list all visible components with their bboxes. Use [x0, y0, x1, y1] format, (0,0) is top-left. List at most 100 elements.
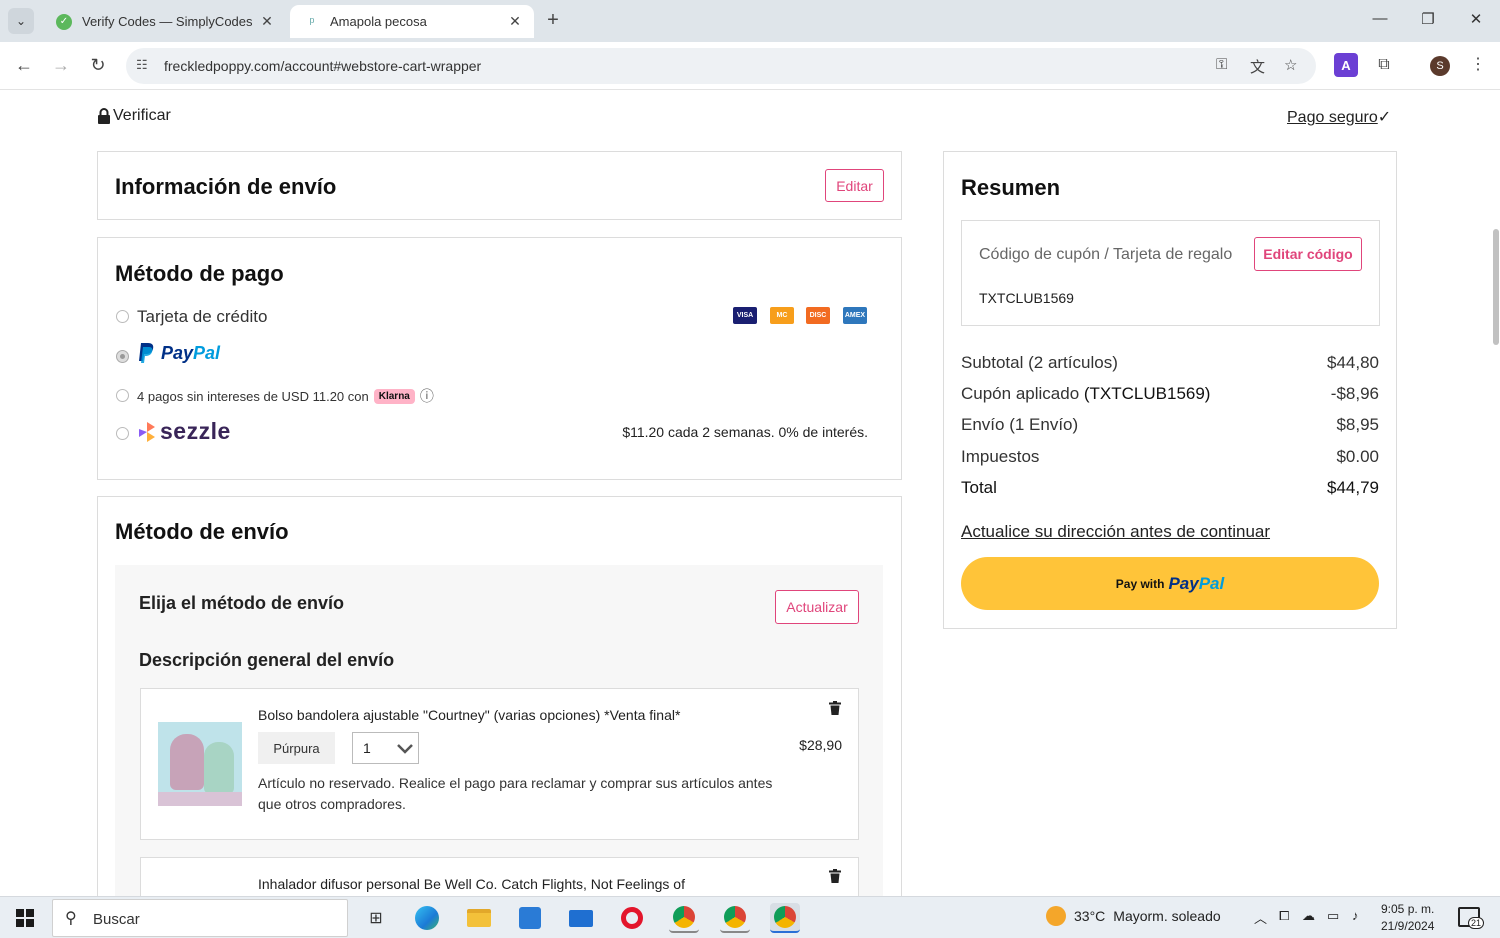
network-icon[interactable]: ▭: [1327, 908, 1339, 924]
translate-icon[interactable]: 文: [1250, 56, 1265, 77]
chrome-profile-a-icon[interactable]: [669, 903, 699, 933]
edge-icon[interactable]: [412, 903, 442, 933]
microsoft-store-icon[interactable]: [515, 903, 545, 933]
amex-icon: AMEX: [843, 307, 867, 324]
edit-shipping-button[interactable]: Editar: [825, 169, 884, 202]
bookmark-star-icon[interactable]: ☆: [1284, 56, 1297, 74]
chrome-profile-c-icon[interactable]: [720, 903, 750, 933]
notification-count: 21: [1468, 917, 1485, 929]
close-tab-icon[interactable]: ✕: [506, 13, 524, 30]
paypal-wordmark-pal: Pal: [193, 342, 221, 363]
chrome-profile-s-icon[interactable]: [770, 903, 800, 933]
edit-code-button[interactable]: Editar código: [1254, 237, 1362, 271]
visa-icon: VISA: [733, 307, 757, 324]
clock[interactable]: 9:05 p. m. 21/9/2024: [1381, 901, 1434, 935]
forward-arrow-icon[interactable]: →: [50, 55, 72, 76]
summary-title: Resumen: [961, 175, 1061, 200]
item-price: $28,90: [799, 737, 842, 753]
search-placeholder: Buscar: [93, 911, 140, 928]
klarna-radio[interactable]: [116, 389, 129, 402]
tab-search-chevron-icon[interactable]: ⌄: [8, 8, 34, 34]
trash-icon[interactable]: [829, 869, 841, 883]
minimize-icon[interactable]: —: [1370, 10, 1390, 27]
browser-toolbar: ← → ↻ ☷ freckledpoppy.com/account#websto…: [0, 42, 1500, 90]
close-window-icon[interactable]: ✕: [1466, 10, 1486, 28]
back-arrow-icon[interactable]: ←: [13, 55, 35, 76]
tab-title: Amapola pecosa: [330, 14, 427, 29]
weather-widget[interactable]: 33°C Mayorm. soleado: [1046, 906, 1221, 926]
update-address-link[interactable]: Actualice su dirección antes de continua…: [961, 522, 1270, 542]
address-bar[interactable]: ☷ freckledpoppy.com/account#webstore-car…: [126, 48, 1316, 84]
info-icon[interactable]: ⓘ: [420, 386, 434, 406]
clock-time: 9:05 p. m.: [1381, 902, 1435, 916]
secure-payment[interactable]: Pago seguro✓: [1287, 107, 1391, 127]
simplycodes-icon: ✓: [56, 13, 72, 30]
weather-temp: 33°C: [1074, 908, 1106, 924]
discover-icon: DISC: [806, 307, 830, 324]
tab-amapola-pecosa[interactable]: ᵖ Amapola pecosa ✕: [290, 5, 534, 38]
paypal-pay-with: Pay with: [1115, 576, 1165, 591]
new-tab-plus-icon[interactable]: +: [542, 9, 564, 32]
product-image[interactable]: [158, 722, 242, 806]
coupon-applied-label: Cupón aplicado (TXTCLUB1569): [961, 384, 1211, 403]
windows-taskbar: ⚲ Buscar ⊞ 33°C Mayorm. soleado ︿ ⧠ ☁ ▭ …: [0, 896, 1500, 938]
chevron-down-icon: [397, 744, 413, 754]
sezzle-radio[interactable]: [116, 427, 129, 440]
onedrive-icon[interactable]: ☁: [1302, 908, 1315, 924]
windows-start-icon[interactable]: [16, 909, 34, 927]
checkmark-icon: ✓: [1377, 109, 1392, 126]
restore-icon[interactable]: ❐: [1418, 10, 1438, 28]
task-view-icon[interactable]: ⊞: [361, 903, 391, 933]
tray-app-icon[interactable]: ⧠: [1279, 908, 1289, 924]
site-settings-icon[interactable]: ☷: [136, 57, 148, 73]
password-key-icon[interactable]: ⚿: [1216, 56, 1227, 73]
taskbar-search[interactable]: ⚲ Buscar: [52, 899, 348, 937]
file-explorer-icon[interactable]: [464, 903, 494, 933]
notifications-icon[interactable]: 21: [1458, 907, 1485, 929]
mail-icon[interactable]: [566, 903, 596, 933]
profile-avatar[interactable]: S: [1430, 56, 1450, 76]
sezzle-text: $11.20 cada 2 semanas. 0% de interés.: [622, 424, 868, 440]
tray-chevron-up-icon[interactable]: ︿: [1254, 908, 1267, 927]
coupon-placeholder[interactable]: Código de cupón / Tarjeta de regalo: [979, 246, 1232, 264]
page-scrollbar[interactable]: [1492, 91, 1500, 896]
browser-tab-strip: ⌄ ✓ Verify Codes — SimplyCodes ✕ ᵖ Amapo…: [0, 0, 1500, 42]
extension-a-icon[interactable]: A: [1334, 53, 1358, 77]
reload-icon[interactable]: ↻: [87, 55, 109, 76]
klarna-text: 4 pagos sin intereses de USD 11.20 con: [137, 388, 369, 404]
credit-card-radio[interactable]: [116, 310, 129, 323]
secure-payment-link[interactable]: Pago seguro: [1287, 109, 1378, 126]
close-tab-icon[interactable]: ✕: [258, 13, 276, 30]
klarna-option[interactable]: 4 pagos sin intereses de USD 11.20 con K…: [137, 386, 434, 406]
shipping-overview-label: Descripción general del envío: [139, 650, 395, 670]
item-note: Artículo no reservado. Realice el pago p…: [258, 775, 773, 812]
coupon-code-value: TXTCLUB1569: [979, 290, 1074, 306]
opera-icon[interactable]: [617, 903, 647, 933]
cart-item: Inhalador difusor personal Be Well Co. C…: [140, 857, 859, 896]
scrollbar-thumb[interactable]: [1493, 229, 1499, 345]
product-name[interactable]: Bolso bandolera ajustable "Courtney" (va…: [258, 707, 680, 723]
shipping-info-title: Información de envío: [115, 174, 337, 199]
quantity-select[interactable]: 1: [352, 732, 419, 764]
tax-row: Impuestos $0.00: [961, 447, 1379, 467]
paypal-checkout-button[interactable]: Pay with PayPal: [961, 557, 1379, 610]
checkout-header-title: Verificar: [97, 107, 171, 125]
paypal-option-logo[interactable]: PayPal: [137, 342, 220, 364]
shipping-cost-value: $8,95: [1336, 415, 1379, 434]
product-name[interactable]: Inhalador difusor personal Be Well Co. C…: [258, 876, 685, 892]
checkout-page: Verificar Pago seguro✓ Información de en…: [0, 91, 1500, 896]
paypal-radio[interactable]: [116, 350, 129, 363]
extensions-puzzle-icon[interactable]: ⧉: [1372, 53, 1396, 77]
tab-title: Verify Codes — SimplyCodes: [82, 14, 253, 29]
trash-icon[interactable]: [829, 701, 841, 715]
tax-value: $0.00: [1336, 447, 1379, 466]
paypal-pal: Pal: [1198, 573, 1225, 593]
tab-simplycodes[interactable]: ✓ Verify Codes — SimplyCodes ✕: [42, 5, 286, 38]
browser-menu-icon[interactable]: ⋮: [1470, 54, 1486, 74]
choose-shipping-label: Elija el método de envío: [139, 593, 345, 613]
credit-card-label[interactable]: Tarjeta de crédito: [137, 307, 267, 327]
volume-icon[interactable]: ♪: [1352, 908, 1359, 923]
subtotal-label: Subtotal (2 artículos): [961, 353, 1118, 372]
update-shipping-button[interactable]: Actualizar: [775, 590, 859, 624]
sezzle-option-logo[interactable]: sezzle: [137, 418, 231, 445]
